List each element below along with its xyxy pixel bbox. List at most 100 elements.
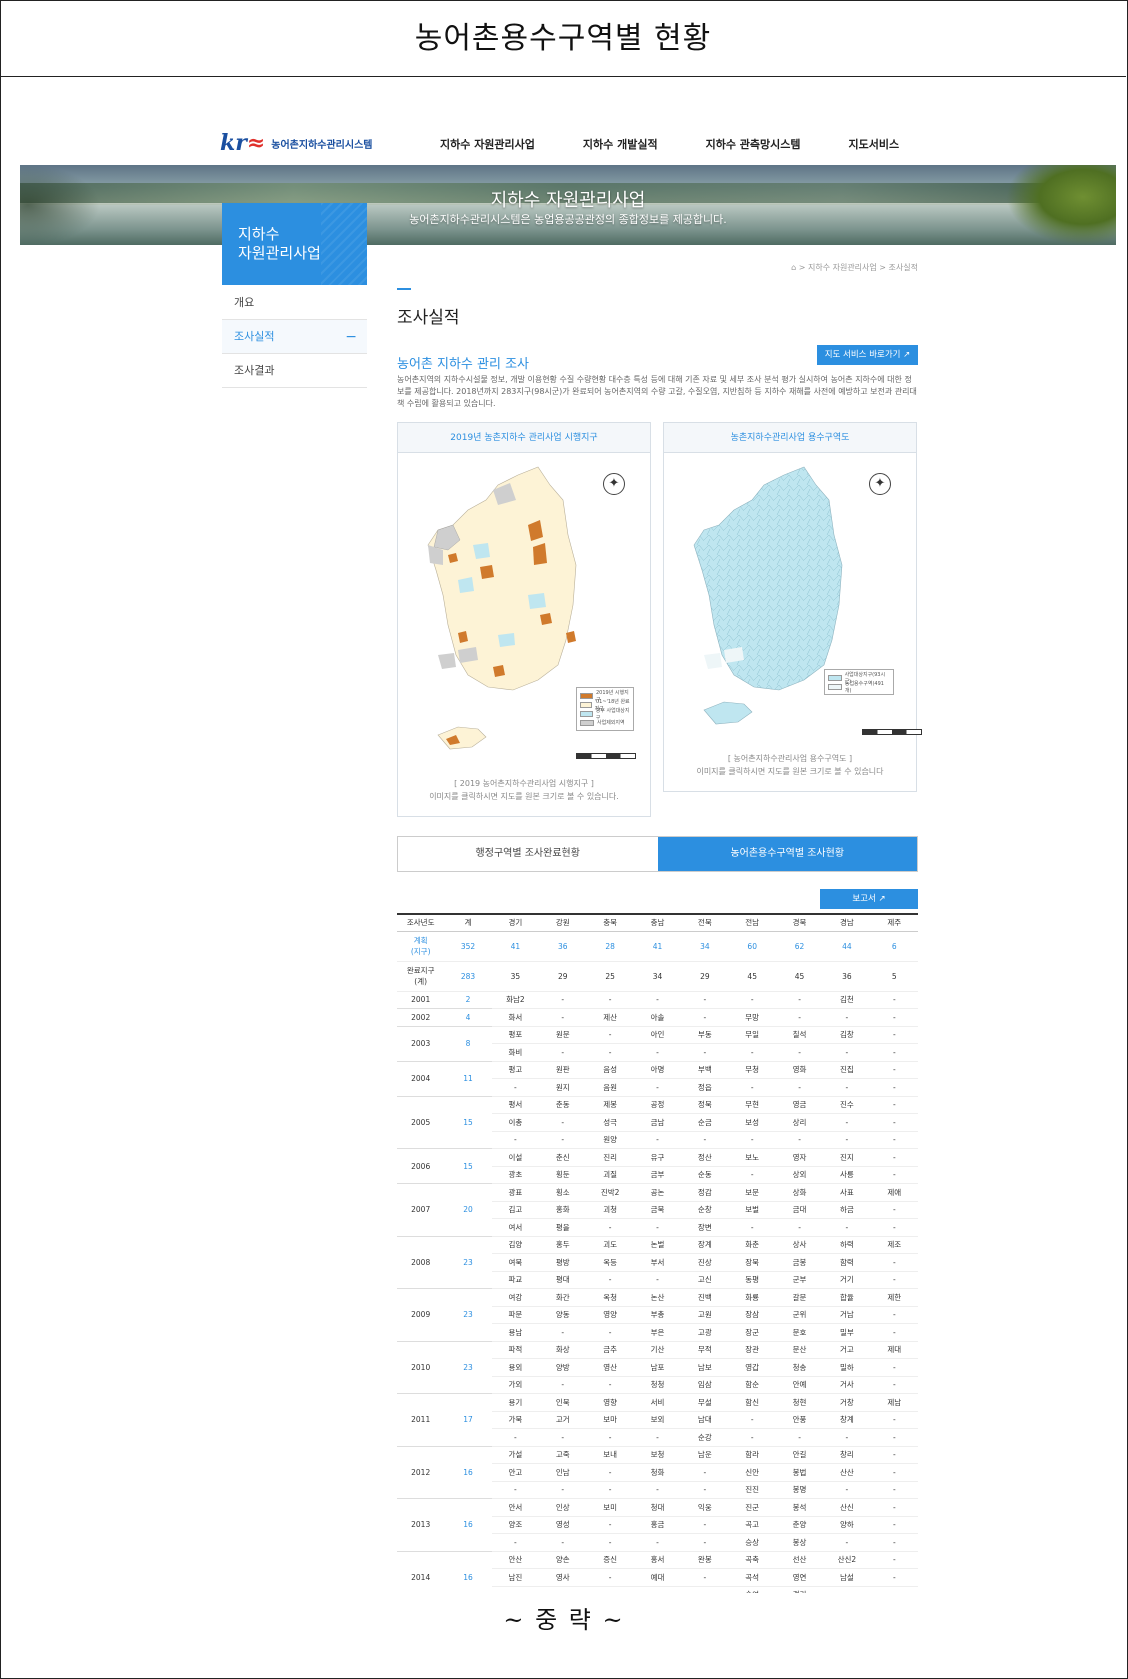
map-service-button[interactable]: 지도 서비스 바로가기 ↗: [817, 345, 918, 365]
year-cell: 2014: [397, 1551, 445, 1593]
table-cell: 정읍: [681, 1078, 729, 1097]
table-cell: -: [633, 1533, 682, 1552]
table-cell: -: [870, 1306, 918, 1324]
year-total-cell[interactable]: 17: [444, 1393, 492, 1447]
table-cell: 함력: [823, 1253, 871, 1272]
table-cell: 금남: [633, 1113, 682, 1132]
table-cell: -: [586, 1043, 634, 1062]
table-cell: 용남: [491, 1323, 540, 1342]
table-cell: 안서: [491, 1498, 540, 1517]
table-cell: 순금: [681, 1113, 729, 1132]
table-cell: 하력: [823, 1236, 871, 1254]
table-cell: 29: [539, 961, 587, 992]
table-cell: 봉석: [775, 1498, 824, 1517]
table-cell: -: [586, 1586, 634, 1593]
table-cell: 영사: [539, 1568, 587, 1587]
table-cell: 29: [681, 961, 729, 992]
table-cell: -: [870, 1166, 918, 1184]
site-logo[interactable]: kr≈ 농어촌지하수관리시스템: [220, 130, 372, 156]
table-cell: 보외: [633, 1411, 682, 1429]
year-total-cell[interactable]: 15: [444, 1148, 492, 1184]
year-total-cell[interactable]: 15: [444, 1096, 492, 1149]
table-cell: 상외: [775, 1166, 824, 1184]
year-total-cell[interactable]: 23: [444, 1341, 492, 1394]
table-cell: -: [539, 1323, 587, 1342]
korea-map-water-zones[interactable]: [664, 455, 916, 755]
table-cell: 28: [586, 931, 634, 962]
table-cell: 60: [728, 931, 776, 962]
table-cell: -: [775, 1428, 824, 1447]
table-cell: 경기: [775, 1586, 824, 1593]
lnb-item-survey-outcome[interactable]: 조사결과: [222, 354, 367, 388]
map-panel-water-zones: 농촌지하수관리사업 용수구역도 ✦ 사업대상지구(93시군) 농업용수구역(49…: [663, 422, 922, 792]
table-cell: 보청: [633, 1446, 682, 1464]
year-cell: 2009: [397, 1288, 445, 1342]
table-cell: 화서: [491, 1008, 540, 1027]
table-cell: -: [728, 1078, 776, 1097]
lnb-item-overview[interactable]: 개요: [222, 286, 367, 320]
gnb-item[interactable]: 지하수 자원관리사업: [440, 136, 535, 152]
year-cell: 2006: [397, 1148, 445, 1184]
table-cell: 안풍: [775, 1411, 824, 1429]
table-cell: 양동: [539, 1306, 587, 1324]
year-total-cell[interactable]: 8: [444, 1026, 492, 1062]
table-header-row: 조사년도 계 경기 강원 충북 충남 전북 전남 경북 경남 제주: [397, 913, 918, 932]
table-cell: -: [870, 1253, 918, 1272]
tab-admin-region[interactable]: 행정구역별 조사완료현황: [398, 837, 658, 871]
table-cell: -: [586, 1481, 634, 1499]
year-total-cell[interactable]: 16: [444, 1498, 492, 1552]
table-row: 2003 8 평포 원문 - 아인 부동 무일 칠석 김창 -: [397, 1026, 918, 1062]
year-cell: 2010: [397, 1341, 445, 1394]
year-total-cell[interactable]: 23: [444, 1236, 492, 1289]
row-label: 계획 (지구): [397, 931, 445, 962]
year-total-cell[interactable]: 23: [444, 1288, 492, 1342]
gnb-item[interactable]: 지하수 관측망시스템: [706, 136, 801, 152]
table-cell: 보문: [728, 1183, 776, 1202]
table-cell: 장변: [681, 1218, 729, 1237]
table-cell: 예대: [633, 1568, 682, 1587]
table-cell: 파교: [491, 1271, 540, 1289]
table-cell: 김고: [491, 1201, 540, 1219]
table-cell: 횡소: [539, 1183, 587, 1202]
table-cell: 상사: [775, 1236, 824, 1254]
table-cell: -: [823, 1113, 871, 1132]
year-total-cell[interactable]: 2: [444, 991, 492, 1009]
table-cell: 화춘: [728, 1236, 776, 1254]
year-total-cell[interactable]: 4: [444, 1008, 492, 1027]
table-cell: -: [870, 1533, 918, 1552]
table-cell: 36: [823, 961, 871, 992]
table-row: 2009 23 여강 화간 옥청 논산 진백 화룡 갈문 합율 제한: [397, 1288, 918, 1342]
table-cell: -: [870, 1463, 918, 1482]
table-cell: 영향: [586, 1393, 634, 1412]
lnb-item-survey-results[interactable]: 조사실적 −: [222, 320, 367, 354]
table-cell: 영금: [775, 1096, 824, 1114]
table-cell: 거고: [823, 1341, 871, 1359]
table-cell: 금부: [633, 1166, 682, 1184]
table-header-cell: 전남: [728, 913, 776, 932]
table-cell: -: [775, 1218, 824, 1237]
map-panel-title: 2019년 농촌지하수 관리사업 시행지구: [398, 423, 650, 453]
gnb-item[interactable]: 지도서비스: [849, 136, 900, 152]
table-cell: 이설: [491, 1148, 540, 1167]
table-cell: 남설: [823, 1568, 871, 1587]
tab-water-zone[interactable]: 농어촌용수구역별 조사현황: [657, 837, 917, 871]
year-total-cell[interactable]: 16: [444, 1446, 492, 1499]
table-cell: 홍서: [633, 1551, 682, 1569]
year-total-cell[interactable]: 11: [444, 1061, 492, 1097]
map-legend: 사업대상지구(93시군) 농업용수구역(491개): [824, 669, 894, 695]
table-cell: -: [586, 1568, 634, 1587]
year-total-cell[interactable]: 16: [444, 1551, 492, 1593]
table-cell: 장관: [728, 1341, 776, 1359]
table-cell: 장군: [728, 1323, 776, 1342]
year-total-cell[interactable]: 20: [444, 1183, 492, 1237]
table-cell: 안예: [775, 1376, 824, 1394]
table-cell: 파문: [491, 1306, 540, 1324]
table-cell: -: [633, 1428, 682, 1447]
gnb-item[interactable]: 지하수 개발실적: [583, 136, 658, 152]
table-cell: -: [728, 1131, 776, 1149]
report-button[interactable]: 보고서 ↗: [820, 889, 918, 909]
table-cell: 괴청: [586, 1201, 634, 1219]
table-cell: -: [823, 1533, 871, 1552]
table-cell: 청송: [775, 1358, 824, 1377]
table-cell: -: [870, 1026, 918, 1044]
